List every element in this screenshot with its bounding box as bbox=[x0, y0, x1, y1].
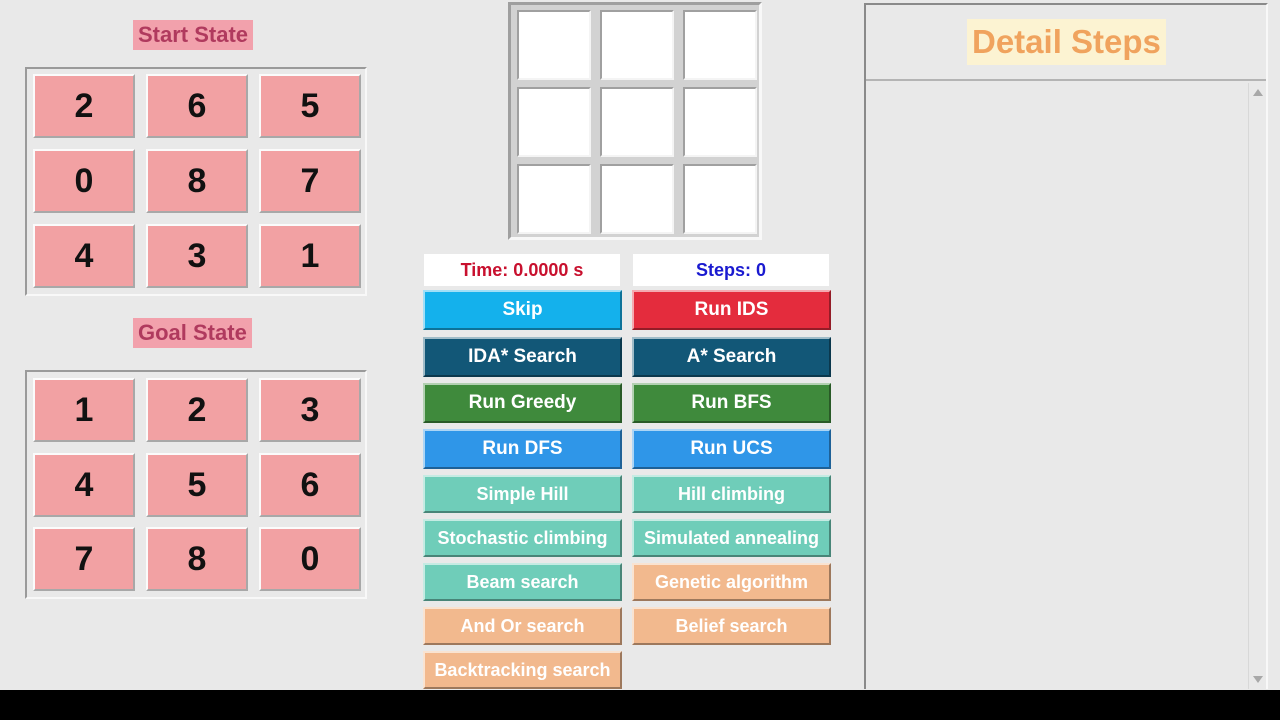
start-tile[interactable]: 5 bbox=[259, 74, 361, 138]
belief-search-button[interactable]: Belief search bbox=[632, 607, 831, 645]
a-star-search-button[interactable]: A* Search bbox=[632, 337, 831, 377]
start-tile[interactable]: 1 bbox=[259, 224, 361, 288]
detail-steps-header: Detail Steps bbox=[866, 5, 1266, 81]
preview-cell bbox=[683, 10, 757, 80]
goal-tile[interactable]: 8 bbox=[146, 527, 248, 591]
simple-hill-button[interactable]: Simple Hill bbox=[423, 475, 622, 513]
goal-tile[interactable]: 3 bbox=[259, 378, 361, 442]
scroll-up-arrow-icon[interactable] bbox=[1253, 89, 1263, 96]
simulated-annealing-button[interactable]: Simulated annealing bbox=[632, 519, 831, 557]
start-state-board: 2 6 5 0 8 7 4 3 1 bbox=[25, 67, 367, 296]
beam-search-button[interactable]: Beam search bbox=[423, 563, 622, 601]
run-greedy-button[interactable]: Run Greedy bbox=[423, 383, 622, 423]
goal-tile[interactable]: 4 bbox=[33, 453, 135, 517]
run-dfs-button[interactable]: Run DFS bbox=[423, 429, 622, 469]
start-tile[interactable]: 2 bbox=[33, 74, 135, 138]
goal-tile[interactable]: 5 bbox=[146, 453, 248, 517]
solution-preview-grid bbox=[508, 2, 762, 240]
detail-steps-textarea[interactable] bbox=[866, 83, 1246, 689]
time-readout: Time: 0.0000 s bbox=[424, 254, 620, 286]
preview-cell bbox=[600, 10, 674, 80]
goal-tile[interactable]: 6 bbox=[259, 453, 361, 517]
goal-tile[interactable]: 7 bbox=[33, 527, 135, 591]
start-tile[interactable]: 3 bbox=[146, 224, 248, 288]
and-or-search-button[interactable]: And Or search bbox=[423, 607, 622, 645]
detail-steps-panel: Detail Steps bbox=[864, 3, 1268, 689]
start-tile[interactable]: 4 bbox=[33, 224, 135, 288]
preview-cell bbox=[600, 164, 674, 234]
preview-cell bbox=[517, 164, 591, 234]
run-bfs-button[interactable]: Run BFS bbox=[632, 383, 831, 423]
start-tile[interactable]: 8 bbox=[146, 149, 248, 213]
run-ids-button[interactable]: Run IDS bbox=[632, 290, 831, 330]
goal-tile[interactable]: 1 bbox=[33, 378, 135, 442]
preview-cell bbox=[600, 87, 674, 157]
ida-star-search-button[interactable]: IDA* Search bbox=[423, 337, 622, 377]
start-tile[interactable]: 6 bbox=[146, 74, 248, 138]
hill-climbing-button[interactable]: Hill climbing bbox=[632, 475, 831, 513]
genetic-algorithm-button[interactable]: Genetic algorithm bbox=[632, 563, 831, 601]
goal-state-label: Goal State bbox=[133, 318, 252, 348]
goal-tile[interactable]: 2 bbox=[146, 378, 248, 442]
run-ucs-button[interactable]: Run UCS bbox=[632, 429, 831, 469]
detail-steps-scrollbar[interactable] bbox=[1248, 83, 1266, 689]
preview-cell bbox=[683, 164, 757, 234]
stochastic-climbing-button[interactable]: Stochastic climbing bbox=[423, 519, 622, 557]
goal-tile[interactable]: 0 bbox=[259, 527, 361, 591]
preview-cell bbox=[683, 87, 757, 157]
start-state-label: Start State bbox=[133, 20, 254, 50]
start-tile[interactable]: 0 bbox=[33, 149, 135, 213]
preview-cell bbox=[517, 10, 591, 80]
preview-cell bbox=[517, 87, 591, 157]
detail-steps-title: Detail Steps bbox=[967, 19, 1166, 65]
scroll-down-arrow-icon[interactable] bbox=[1253, 676, 1263, 683]
goal-state-board: 1 2 3 4 5 6 7 8 0 bbox=[25, 370, 367, 599]
start-tile[interactable]: 7 bbox=[259, 149, 361, 213]
steps-readout: Steps: 0 bbox=[633, 254, 829, 286]
backtracking-search-button[interactable]: Backtracking search bbox=[423, 651, 622, 689]
skip-button[interactable]: Skip bbox=[423, 290, 622, 330]
bottom-bar bbox=[0, 690, 1280, 720]
